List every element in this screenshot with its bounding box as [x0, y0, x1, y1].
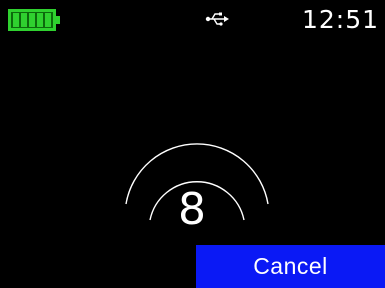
status-bar: 12:51 [0, 0, 385, 36]
battery-full-icon [8, 9, 60, 31]
usb-icon [205, 12, 229, 26]
clock-time: 12:51 [301, 5, 379, 34]
cancel-button[interactable]: Cancel [196, 245, 385, 288]
pairing-digit: 8 [178, 184, 206, 235]
